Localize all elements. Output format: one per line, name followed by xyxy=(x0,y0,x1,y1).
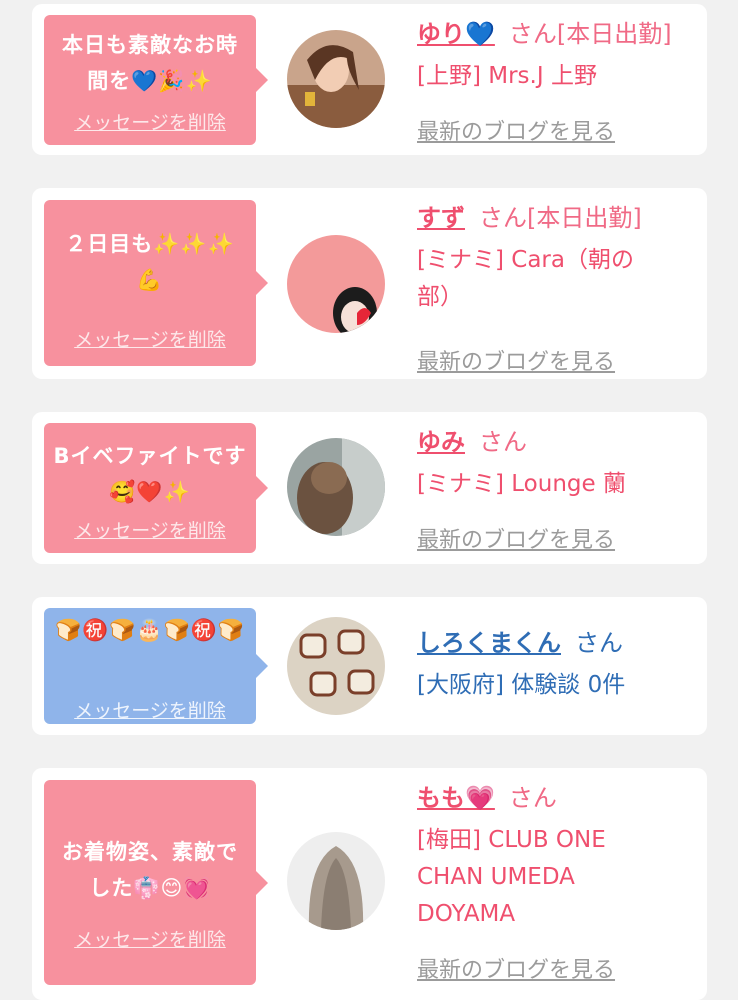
avatar[interactable] xyxy=(287,30,385,128)
cast-info: もも💗 さん [梅田] CLUB ONE CHAN UMEDA DOYAMA 最新… xyxy=(417,780,695,983)
shop-name: [ミナミ] Lounge 蘭 xyxy=(417,471,626,497)
cast-name-link[interactable]: しろくまくん xyxy=(417,629,561,657)
avatar[interactable] xyxy=(287,438,385,536)
cast-name-link[interactable]: もも💗 xyxy=(417,784,495,812)
cast-info: ゆみ さん [ミナミ] Lounge 蘭 最新のブログを見る xyxy=(417,424,695,553)
latest-blog-link[interactable]: 最新のブログを見る xyxy=(417,522,615,554)
latest-blog-link[interactable]: 最新のブログを見る xyxy=(417,952,615,984)
latest-blog-link[interactable]: 最新のブログを見る xyxy=(417,344,615,376)
avatar[interactable] xyxy=(287,617,385,715)
cast-name-link[interactable]: ゆり💙 xyxy=(417,20,495,48)
message-card: ２日目も✨✨✨💪 メッセージを削除 すず さん[本日出勤] [ミナミ] Cara（… xyxy=(32,188,707,379)
cast-name-link[interactable]: すず xyxy=(417,204,465,232)
avatar[interactable] xyxy=(287,832,385,930)
delete-message-link[interactable]: メッセージを削除 xyxy=(44,325,256,352)
cast-info: すず さん[本日出勤] [ミナミ] Cara（朝の部） 最新のブログを見る xyxy=(417,200,695,375)
message-bubble: ２日目も✨✨✨💪 メッセージを削除 xyxy=(44,200,268,366)
honorific: さん xyxy=(508,20,557,48)
message-text: お着物姿、素敵でした👘😊💓 xyxy=(62,840,238,900)
honorific: さん xyxy=(508,784,557,812)
delete-message-link[interactable]: メッセージを削除 xyxy=(44,696,256,723)
message-text: 🍞㊗️🍞🎂🍞㊗️🍞 xyxy=(54,618,246,642)
message-bubble: お着物姿、素敵でした👘😊💓 メッセージを削除 xyxy=(44,780,268,985)
message-bubble: Bイベファイトです🥰❤️✨ メッセージを削除 xyxy=(44,423,268,553)
shop-name: [ミナミ] Cara（朝の部） xyxy=(417,247,634,310)
status-label: [本日出勤] xyxy=(556,20,672,48)
shop-name: [大阪府] 体験談 0件 xyxy=(417,672,626,698)
message-text: 本日も素敵なお時間を💙🎉✨ xyxy=(62,33,238,93)
shop-name: [梅田] CLUB ONE CHAN UMEDA DOYAMA xyxy=(417,827,606,927)
message-card: Bイベファイトです🥰❤️✨ メッセージを削除 ゆみ さん [ミナミ] Lounge… xyxy=(32,412,707,564)
honorific: さん xyxy=(575,629,623,657)
message-bubble: 本日も素敵なお時間を💙🎉✨ メッセージを削除 xyxy=(44,15,268,145)
honorific: さん xyxy=(479,204,527,232)
message-card: お着物姿、素敵でした👘😊💓 メッセージを削除 もも💗 さん [梅田] CLUB O… xyxy=(32,768,707,1000)
cast-info: しろくまくん さん [大阪府] 体験談 0件 xyxy=(417,625,695,704)
honorific: さん xyxy=(479,428,527,456)
status-label: [本日出勤] xyxy=(527,204,642,232)
cast-name-link[interactable]: ゆみ xyxy=(417,428,465,456)
message-text: ２日目も✨✨✨💪 xyxy=(65,232,235,292)
message-card: 🍞㊗️🍞🎂🍞㊗️🍞 メッセージを削除 しろくまくん さん [大阪府] 体験談 0件 xyxy=(32,597,707,735)
message-bubble: 🍞㊗️🍞🎂🍞㊗️🍞 メッセージを削除 xyxy=(44,608,268,724)
latest-blog-link[interactable]: 最新のブログを見る xyxy=(417,114,615,146)
message-text: Bイベファイトです🥰❤️✨ xyxy=(53,444,247,504)
delete-message-link[interactable]: メッセージを削除 xyxy=(44,108,256,135)
shop-name: [上野] Mrs.J 上野 xyxy=(417,63,597,89)
message-card: 本日も素敵なお時間を💙🎉✨ メッセージを削除 ゆり💙 さん[本日出勤] [上野] … xyxy=(32,4,707,155)
avatar[interactable] xyxy=(287,235,385,333)
delete-message-link[interactable]: メッセージを削除 xyxy=(44,516,256,543)
delete-message-link[interactable]: メッセージを削除 xyxy=(44,925,256,952)
cast-info: ゆり💙 さん[本日出勤] [上野] Mrs.J 上野 最新のブログを見る xyxy=(417,16,695,145)
